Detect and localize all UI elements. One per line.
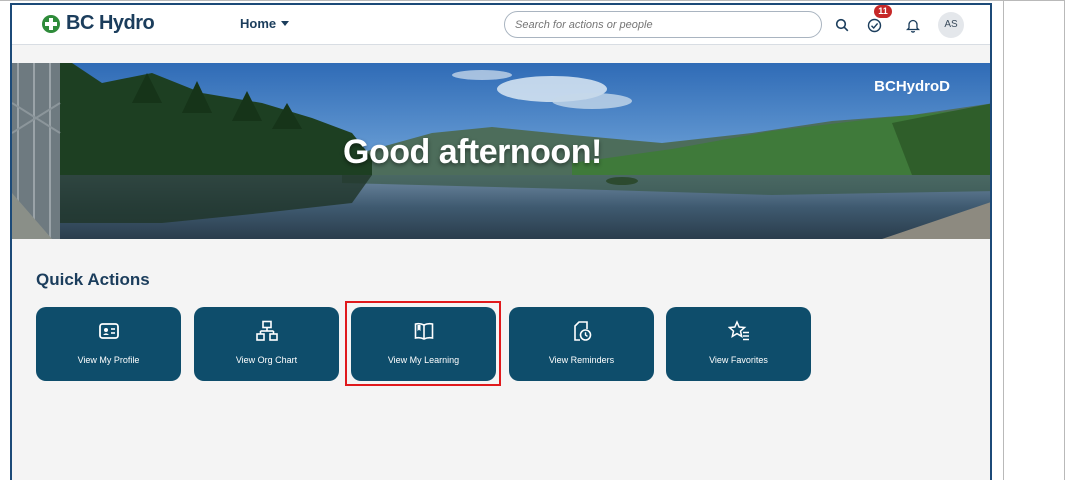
top-border bbox=[0, 0, 1065, 1]
home-menu-button[interactable]: Home bbox=[240, 16, 290, 31]
environment-label: BCHydroD bbox=[874, 78, 950, 95]
tile-label: View Favorites bbox=[709, 355, 768, 365]
bell-icon bbox=[906, 19, 920, 33]
welcome-banner: Good afternoon! BCHydroD bbox=[12, 63, 990, 239]
screenshot-frame: BC Hydro Home 11 bbox=[0, 0, 1065, 480]
profile-card-icon bbox=[98, 323, 119, 339]
task-check-icon bbox=[867, 18, 881, 32]
search-icon bbox=[835, 18, 849, 32]
highlight-box bbox=[345, 301, 501, 386]
favorites-star-icon bbox=[727, 320, 749, 341]
bc-hydro-logo[interactable]: BC Hydro bbox=[42, 12, 155, 35]
home-label: Home bbox=[240, 16, 277, 31]
top-header: BC Hydro Home 11 bbox=[12, 5, 990, 45]
bc-hydro-logo-icon bbox=[42, 14, 60, 33]
caret-down-icon bbox=[281, 21, 290, 26]
org-chart-icon bbox=[255, 320, 278, 341]
frame-divider bbox=[1003, 0, 1004, 480]
view-favorites-tile[interactable]: View Favorites bbox=[666, 307, 811, 381]
greeting-text: Good afternoon! bbox=[343, 133, 602, 171]
tile-label: View My Profile bbox=[77, 355, 140, 365]
search-button[interactable] bbox=[832, 15, 852, 35]
logo-text: BC Hydro bbox=[66, 12, 155, 34]
quick-actions-title: Quick Actions bbox=[36, 270, 150, 289]
tile-label: View Org Chart bbox=[235, 355, 298, 365]
notification-count-badge: 11 bbox=[874, 5, 892, 18]
view-my-profile-tile[interactable]: View My Profile bbox=[36, 307, 181, 381]
reminder-clock-icon bbox=[573, 321, 591, 341]
notifications-button[interactable] bbox=[903, 15, 923, 35]
app-window: BC Hydro Home 11 bbox=[10, 3, 992, 480]
user-avatar[interactable]: AS bbox=[938, 12, 964, 38]
view-org-chart-tile[interactable]: View Org Chart bbox=[194, 307, 339, 381]
todo-button[interactable] bbox=[864, 15, 884, 35]
view-reminders-tile[interactable]: View Reminders bbox=[509, 307, 654, 381]
search-input[interactable] bbox=[504, 11, 822, 38]
tile-label: View Reminders bbox=[548, 355, 615, 365]
